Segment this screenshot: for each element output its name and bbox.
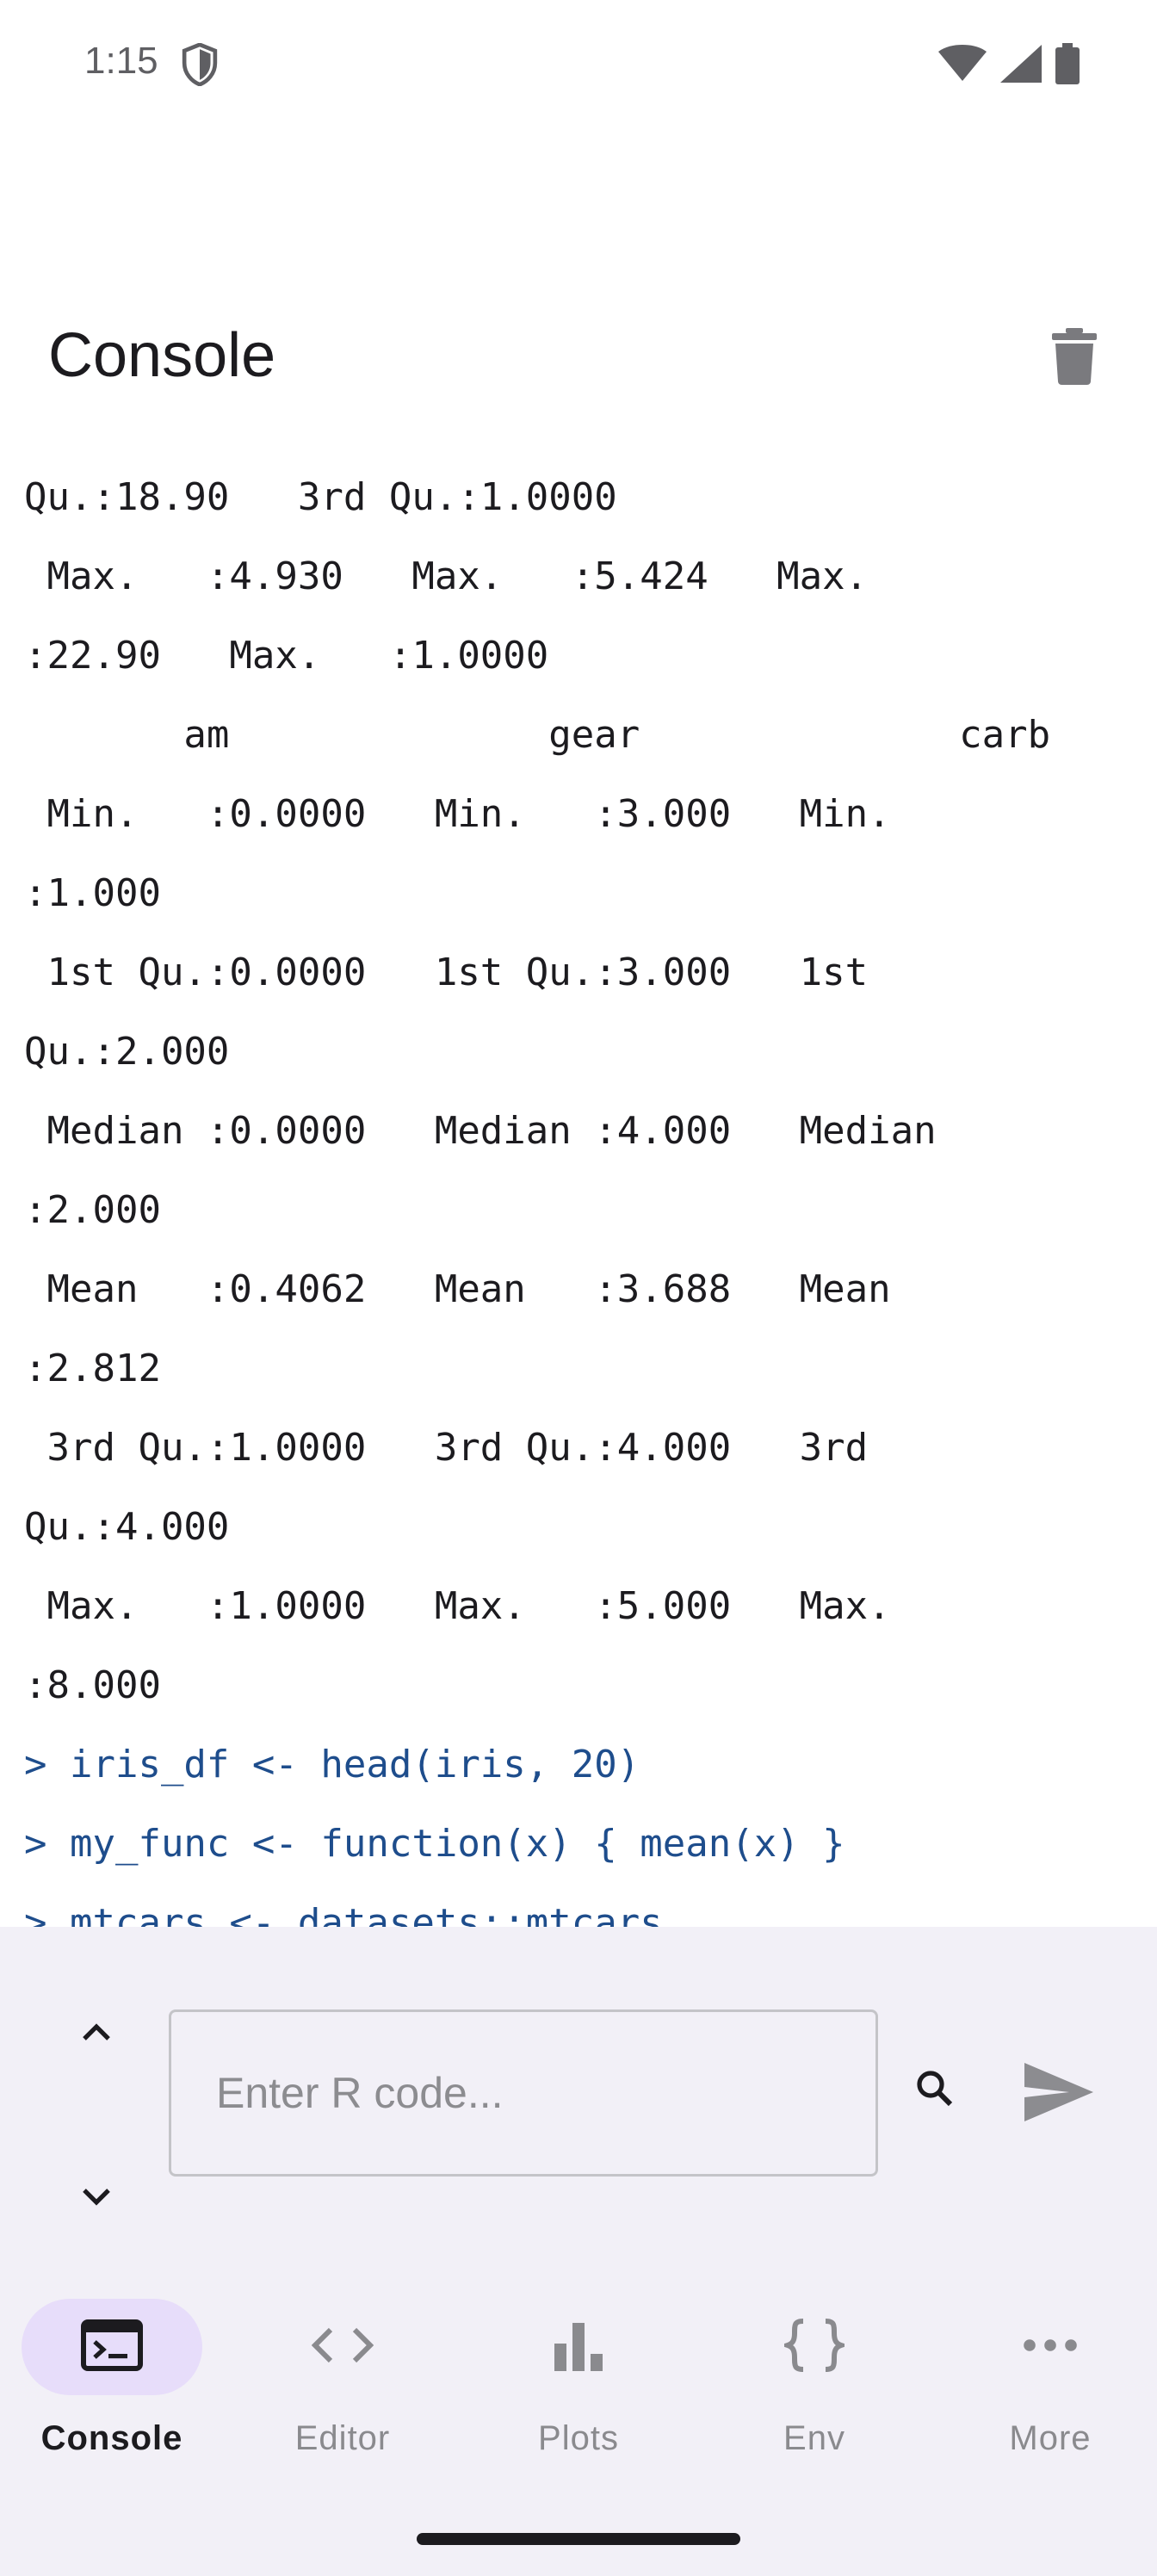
console-output-line: 1st Qu.:0.0000 1st Qu.:3.000 1st: [24, 951, 869, 994]
bar-chart-icon: [553, 2319, 604, 2375]
console-output-line: Qu.:18.90 3rd Qu.:1.0000: [24, 475, 617, 519]
terminal-icon: [81, 2319, 143, 2375]
code-icon: [311, 2325, 374, 2370]
nav-label-console: Console: [40, 2419, 183, 2457]
console-output-line: Max. :4.930 Max. :5.424 Max.: [24, 554, 869, 598]
console-output-line: Max. :1.0000 Max. :5.000 Max.: [24, 1584, 891, 1628]
nav-label-more: More: [1009, 2419, 1092, 2457]
console-output-line: am gear carb: [24, 713, 1051, 757]
page-title: Console: [48, 321, 276, 390]
r-code-input[interactable]: [169, 2009, 878, 2177]
wifi-icon: [938, 45, 987, 87]
history-up-button[interactable]: [62, 1999, 131, 2068]
nav-icon-container: [724, 2299, 905, 2395]
console-output-line: Median :0.0000 Median :4.000 Median: [24, 1109, 937, 1153]
chevron-up-icon: [79, 2020, 114, 2048]
home-indicator[interactable]: [417, 2533, 740, 2545]
nav-icon-container: [252, 2299, 433, 2395]
nav-item-console[interactable]: Console: [0, 2299, 224, 2471]
nav-item-plots[interactable]: Plots: [467, 2299, 690, 2471]
nav-icon-container: [960, 2299, 1141, 2395]
chevron-down-icon: [79, 2185, 114, 2214]
console-output-line: Min. :0.0000 Min. :3.000 Min.: [24, 792, 891, 836]
status-bar: 1:15: [0, 0, 1157, 129]
console-output[interactable]: Qu.:18.90 3rd Qu.:1.0000 Max. :4.930 Max…: [0, 430, 1157, 1927]
bottom-navigation: Console Editor Plots Env More: [0, 2256, 1157, 2576]
shield-icon: [181, 42, 219, 90]
send-button[interactable]: [1018, 2053, 1100, 2135]
console-output-line: 3rd Qu.:1.0000 3rd Qu.:4.000 3rd: [24, 1426, 869, 1470]
console-output-line: :22.90 Max. :1.0000: [24, 634, 549, 678]
console-output-line: :2.812: [24, 1347, 161, 1390]
search-icon: [914, 2068, 956, 2114]
nav-active-indicator: [22, 2299, 202, 2395]
nav-item-env[interactable]: Env: [702, 2299, 926, 2471]
search-button[interactable]: [900, 2056, 969, 2125]
status-time: 1:15: [84, 40, 158, 82]
console-output-line: Mean :0.4062 Mean :3.688 Mean: [24, 1267, 891, 1311]
nav-icon-container: [488, 2299, 669, 2395]
nav-item-editor[interactable]: Editor: [231, 2299, 455, 2471]
more-horizontal-icon: [1023, 2338, 1078, 2356]
console-output-line: :8.000: [24, 1663, 161, 1707]
nav-label-env: Env: [783, 2419, 845, 2457]
top-app-bar: Console: [0, 293, 1157, 422]
console-command-line: > my_func <- function(x) { mean(x) }: [24, 1822, 845, 1866]
console-output-line: :2.000: [24, 1188, 161, 1232]
nav-label-editor: Editor: [294, 2419, 391, 2457]
clear-console-button[interactable]: [1033, 317, 1116, 399]
console-output-line: Qu.:4.000: [24, 1505, 230, 1549]
battery-icon: [1055, 43, 1080, 89]
input-area: [0, 1927, 1157, 2256]
trash-icon: [1052, 327, 1097, 389]
cellular-signal-icon: [1000, 45, 1042, 87]
history-down-button[interactable]: [62, 2164, 131, 2233]
console-command-line: > iris_df <- head(iris, 20): [24, 1743, 640, 1786]
nav-item-more[interactable]: More: [938, 2299, 1157, 2471]
nav-label-plots: Plots: [538, 2419, 619, 2457]
braces-icon: [779, 2318, 850, 2377]
console-command-line: > mtcars <- datasets::mtcars: [24, 1901, 663, 1927]
console-output-line: :1.000: [24, 871, 161, 915]
send-icon: [1024, 2062, 1093, 2126]
console-output-line: Qu.:2.000: [24, 1030, 230, 1074]
